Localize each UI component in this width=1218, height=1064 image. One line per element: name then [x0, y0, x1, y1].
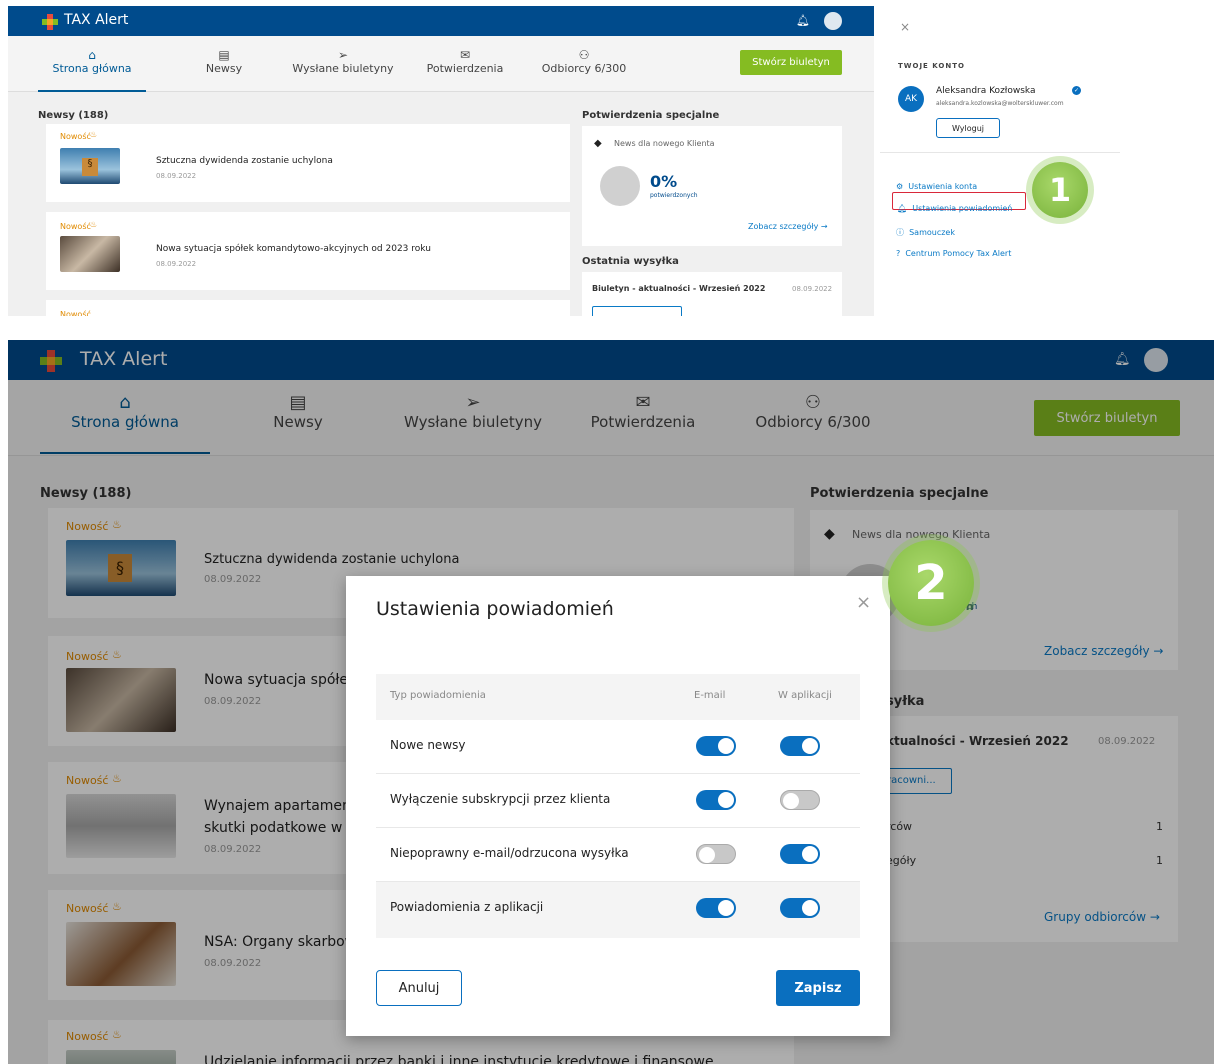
- close-icon[interactable]: ×: [856, 592, 871, 613]
- table-row: Powiadomienia z aplikacji: [376, 882, 860, 938]
- info-icon: ⓘ: [896, 228, 904, 237]
- new-badge: Nowość: [60, 310, 91, 316]
- news-card-1[interactable]: Nowość ♨ § Sztuczna dywidenda zostanie u…: [46, 124, 570, 202]
- create-newsletter-button[interactable]: Stwórz biuletyn: [740, 50, 842, 75]
- email-toggle[interactable]: [696, 898, 736, 918]
- account-name: Aleksandra Kozłowska: [936, 86, 1036, 96]
- app-toggle[interactable]: [780, 844, 820, 864]
- email-toggle[interactable]: [696, 736, 736, 756]
- users-icon: ⚇: [578, 48, 590, 62]
- last-send-card: Biuletyn - aktualności - Wrzesień 2022 0…: [582, 272, 842, 316]
- news-card-3[interactable]: Nowość: [46, 300, 570, 316]
- verified-icon: ✓: [1072, 86, 1081, 95]
- logout-button[interactable]: Wyloguj: [936, 118, 1000, 138]
- send-icon: ➢: [337, 48, 349, 62]
- app-toggle[interactable]: [780, 736, 820, 756]
- tab-sent[interactable]: ➢ Wysłane biuletyny: [278, 48, 408, 75]
- app-toggle[interactable]: [780, 790, 820, 810]
- progress-circle: [600, 166, 640, 206]
- new-badge: Nowość: [60, 222, 91, 231]
- flame-icon: ♨: [90, 130, 98, 139]
- newspaper-icon: ▤: [218, 48, 230, 62]
- notification-settings-modal: Ustawienia powiadomień × Typ powiadomien…: [346, 576, 890, 1036]
- table-row: Wyłączenie subskrypcji przez klienta: [376, 774, 860, 828]
- cancel-button[interactable]: Anuluj: [376, 970, 462, 1006]
- envelope-icon: ✉: [459, 48, 471, 62]
- news-title: Sztuczna dywidenda zostanie uchylona: [156, 156, 333, 166]
- divider: [880, 152, 1120, 153]
- top-header: TAX Alert 🔔︎: [8, 6, 874, 36]
- last-send-title: Biuletyn - aktualności - Wrzesień 2022: [592, 284, 766, 293]
- app-toggle[interactable]: [780, 898, 820, 918]
- app-logo-icon: [42, 14, 58, 30]
- news-card-2[interactable]: Nowość ♨ Nowa sytuacja spółek komandytow…: [46, 212, 570, 290]
- modal-title: Ustawienia powiadomień: [376, 598, 614, 620]
- menu-item-notification-settings[interactable]: 🔔︎ Ustawienia powiadomień: [892, 192, 1026, 213]
- flame-icon: ♨: [90, 220, 98, 229]
- menu-item-account-settings[interactable]: ⚙ Ustawienia konta: [896, 174, 977, 193]
- special-percent: 0%: [650, 172, 678, 191]
- tab-news[interactable]: ▤ Newsy: [194, 48, 254, 75]
- bell-icon[interactable]: 🔔︎: [796, 14, 810, 27]
- tab-home[interactable]: ⌂ Strona główna: [38, 48, 146, 92]
- table-row: Niepoprawny e-mail/odrzucona wysyłka: [376, 828, 860, 882]
- tag-icon: ◆: [594, 138, 602, 149]
- tab-confirmations[interactable]: ✉ Potwierdzenia: [420, 48, 510, 75]
- home-icon: ⌂: [88, 48, 96, 62]
- news-date: 08.09.2022: [156, 172, 197, 180]
- help-icon: ?: [896, 249, 901, 258]
- save-button[interactable]: Zapisz: [776, 970, 860, 1006]
- email-toggle[interactable]: [696, 844, 736, 864]
- news-heading: Newsy (188): [38, 110, 109, 121]
- news-title: Nowa sytuacja spółek komandytowo-akcyjny…: [156, 244, 431, 254]
- news-thumbnail: §: [60, 148, 120, 184]
- special-card: ◆ News dla nowego Klienta 0% potwierdzon…: [582, 126, 842, 246]
- new-badge: Nowość: [60, 132, 91, 141]
- tab-recipients[interactable]: ⚇ Odbiorcy 6/300: [534, 48, 634, 75]
- last-send-button[interactable]: [592, 306, 682, 316]
- account-section-title: TWOJE KONTO: [898, 62, 965, 70]
- close-icon[interactable]: ×: [900, 20, 910, 34]
- bottom-screenshot: TAX Alert 🔔︎ ⌂ Strona główna ▤ Newsy ➢ W…: [8, 340, 1214, 1064]
- special-percent-label: potwierdzonych: [650, 192, 698, 199]
- top-nav: ⌂ Strona główna ▤ Newsy ➢ Wysłane biulet…: [8, 36, 874, 92]
- avatar: AK: [898, 86, 924, 112]
- table-row: Nowe newsy: [376, 720, 860, 774]
- details-link[interactable]: Zobacz szczegóły →: [748, 222, 828, 231]
- gear-icon: ⚙: [896, 182, 904, 191]
- email-toggle[interactable]: [696, 790, 736, 810]
- last-send-heading: Ostatnia wysyłka: [582, 256, 679, 267]
- news-date: 08.09.2022: [156, 260, 197, 268]
- callout-marker-2: 2: [888, 540, 974, 626]
- news-thumbnail: [60, 236, 120, 272]
- menu-item-tutorial[interactable]: ⓘ Samouczek: [896, 220, 955, 239]
- top-screenshot: TAX Alert 🔔︎ ⌂ Strona główna ▤ Newsy ➢ W…: [8, 6, 874, 316]
- table-header: Typ powiadomienia E-mail W aplikacji: [376, 674, 860, 720]
- account-email: aleksandra.kozlowska@wolterskluwer.com: [936, 100, 1064, 107]
- app-title: TAX Alert: [64, 12, 129, 28]
- last-send-date: 08.09.2022: [792, 285, 833, 293]
- bell-icon: 🔔︎: [897, 204, 908, 213]
- account-panel: × TWOJE KONTO AK Aleksandra Kozłowska ✓ …: [880, 6, 1120, 316]
- avatar[interactable]: [824, 12, 842, 30]
- menu-item-help-center[interactable]: ? Centrum Pomocy Tax Alert: [896, 241, 1011, 260]
- callout-marker-1: 1: [1032, 162, 1088, 218]
- special-item-title: News dla nowego Klienta: [614, 139, 715, 148]
- special-heading: Potwierdzenia specjalne: [582, 110, 720, 121]
